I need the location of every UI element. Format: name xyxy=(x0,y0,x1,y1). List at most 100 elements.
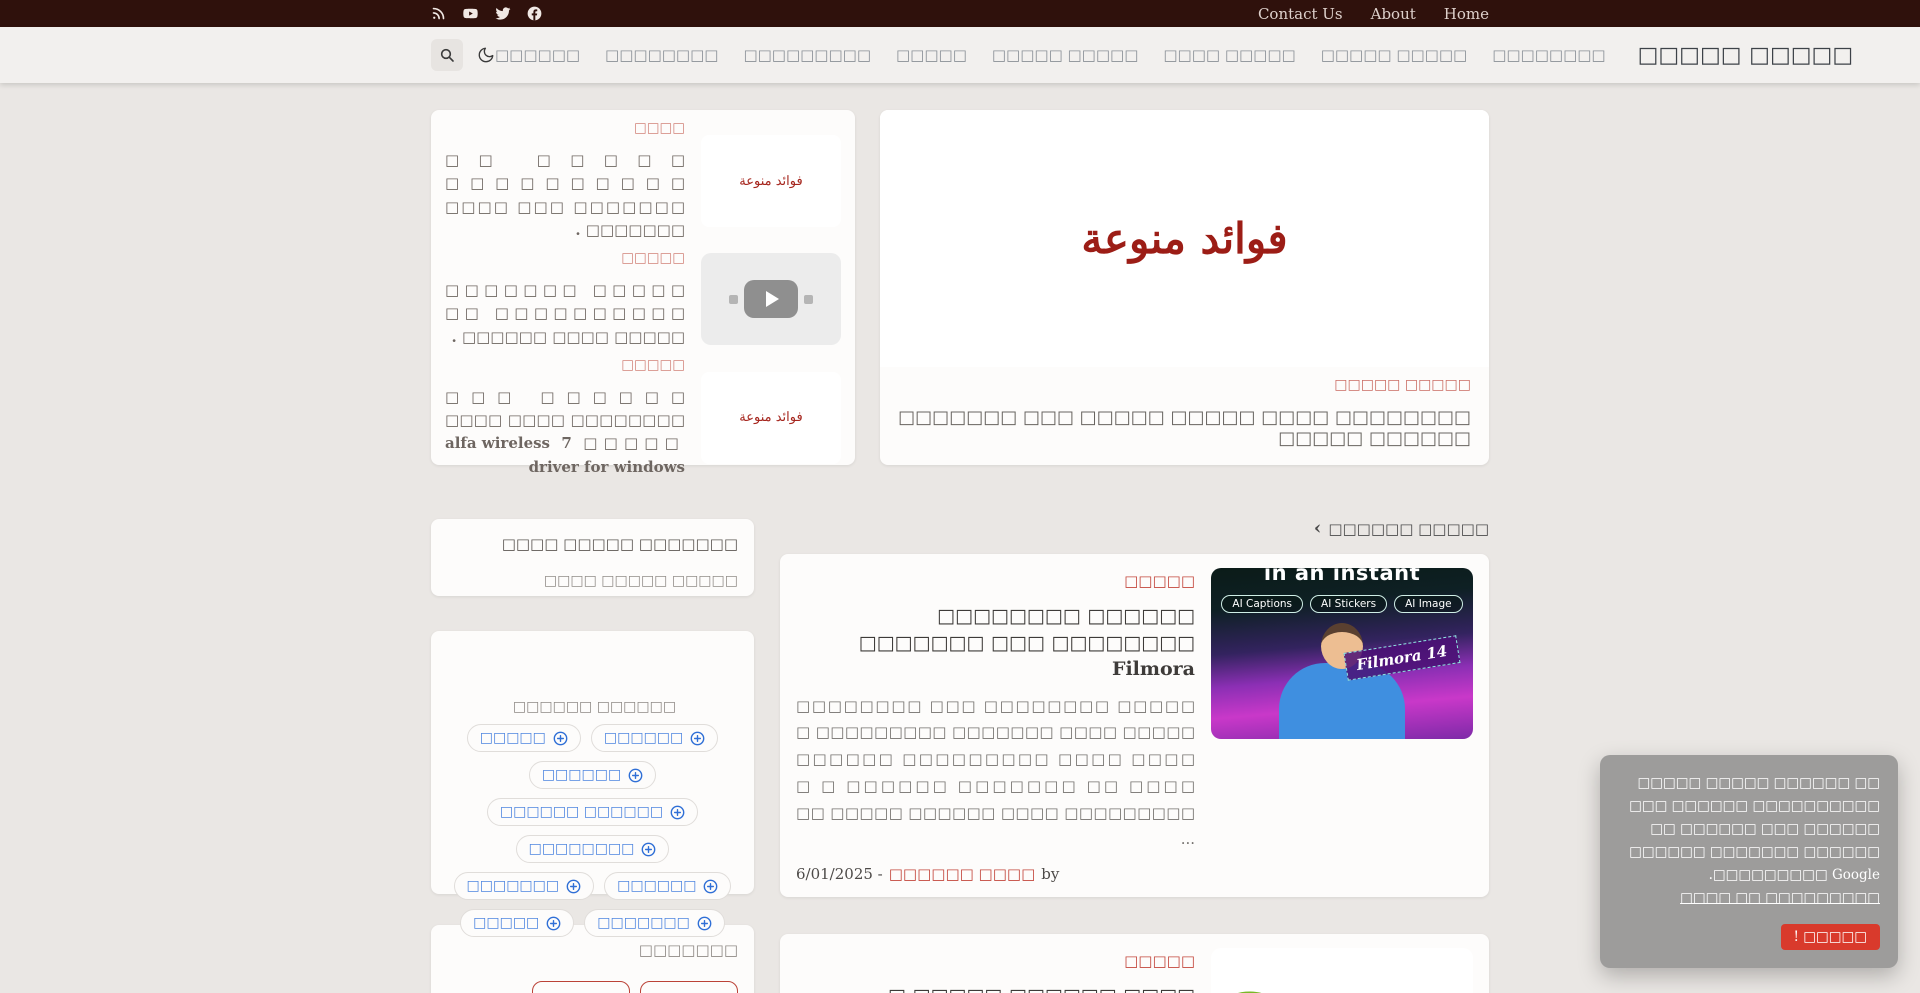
plus-circle-icon xyxy=(641,842,656,857)
post-title[interactable]: □□□□□ □□□□□□□ □□□□□□□□□□ □□ □□□□□ □□□□ □… xyxy=(445,279,685,349)
thumbnail-arabic-text: فوائد منوعة xyxy=(739,174,802,189)
featured-image-arabic-text: فوائد منوعة xyxy=(1081,214,1287,263)
post-title[interactable]: □□□□□ □□ □□□□□□□□□□ □□□□□□□ □□□ □□□□ □□□… xyxy=(445,149,685,242)
post-thumbnail[interactable]: فوائد منوعة xyxy=(701,372,841,464)
tag-pill[interactable]: □□□□□□□□ xyxy=(516,835,670,863)
twitter-icon[interactable] xyxy=(495,6,511,21)
page-content: □□□□ □□□□□ □□ □□□□□□□□□□ □□□□□□□ □□□ □□□… xyxy=(431,110,1489,993)
featured-category[interactable]: □□□□□ □□□□□ xyxy=(898,377,1471,393)
widget-title: □□□□□□□ xyxy=(447,941,738,959)
post-category[interactable]: □□□□□ xyxy=(796,952,1195,970)
plus-circle-icon xyxy=(670,805,685,820)
camtasia-logo-text: Camtasia xyxy=(1211,972,1473,993)
post-title[interactable]: □□□□□□ □□□ □□□□□□□□ □□□□ □□□□ □□□□□ 7 al… xyxy=(445,386,685,479)
post-category[interactable]: □□□□□ xyxy=(445,250,685,266)
post-excerpt: □□□□□ □□□□□□□□ □□□ □□□□□□□□ □□□□□ □□□□ □… xyxy=(796,693,1195,853)
tag-pill[interactable]: □□□□□ xyxy=(467,724,581,752)
side-post-1[interactable]: □□□□ □□□□□ □□ □□□□□□□□□□ □□□□□□□ □□□ □□□… xyxy=(439,116,847,246)
youtube-icon[interactable] xyxy=(462,6,479,21)
plus-circle-icon xyxy=(697,916,712,931)
featured-title[interactable]: □□□□□□□□ □□□□ □□□□□ □□□□□ □□□ □□□□□□□ □□… xyxy=(898,407,1471,449)
top-bar: Contact Us About Home xyxy=(0,0,1920,27)
menu-item-4[interactable]: □□□□□ xyxy=(896,46,967,64)
tag-pill[interactable]: □□□□□□ □□□□□□ xyxy=(487,798,698,826)
chevron-left-icon: ‹ xyxy=(1314,519,1322,538)
post-title[interactable]: □□□□□□ □□□□□□□□ □□□□□□□□ □□□ □□□□□□□ Fil… xyxy=(796,603,1195,683)
menu-item-1[interactable]: □□□□□□ xyxy=(495,46,580,64)
sidebar: □□□□□□□ □□□□□ □□□□ □□□□□ □□□□□ □□□□ □□□□… xyxy=(431,519,754,993)
thumbnail-headline: in an instant xyxy=(1211,568,1473,585)
widget-link[interactable]: □□□□□ □□□□□ □□□□ xyxy=(447,573,738,589)
thumbnail-chip: AI Stickers xyxy=(1310,595,1387,613)
search-icon xyxy=(439,47,455,63)
lower-section: □□□□□□□ □□□□□ □□□□ □□□□□ □□□□□ □□□□ □□□□… xyxy=(431,519,1489,993)
post-category[interactable]: □□□□□ xyxy=(796,572,1195,590)
menu-item-6[interactable]: □□□□ □□□□□ xyxy=(1163,46,1295,64)
posts-feed: ‹ □□□□□□ □□□□□ □□□□□ □□□□□□ □□□□□□□□ □□□… xyxy=(780,519,1489,993)
label-pill[interactable]: □□□□□ xyxy=(532,981,630,993)
plus-circle-icon xyxy=(546,916,561,931)
hero-section: □□□□ □□□□□ □□ □□□□□□□□□□ □□□□□□□ □□□ □□□… xyxy=(431,110,1489,465)
plus-circle-icon xyxy=(690,731,705,746)
moon-icon xyxy=(477,46,495,64)
top-link-contact[interactable]: Contact Us xyxy=(1258,5,1343,23)
contact-widget: □□□□□□□ □□□□□ □□□□ □□□□□ □□□□□ □□□□ xyxy=(431,519,754,596)
menu-item-7[interactable]: □□□□□ □□□□□ xyxy=(1321,46,1468,64)
menu-item-3[interactable]: □□□□□□□□□ xyxy=(743,46,871,64)
cookie-learn-more-link[interactable]: □□□□□□□□□ □□ □□□□ xyxy=(1680,890,1880,906)
thumbnail-arabic-text: فوائد منوعة xyxy=(739,410,802,425)
tag-pill[interactable]: □□□□□ xyxy=(460,909,574,937)
play-icon xyxy=(744,280,798,318)
plus-circle-icon xyxy=(703,879,718,894)
recent-posts-card: □□□□ □□□□□ □□ □□□□□□□□□□ □□□□□□□ □□□ □□□… xyxy=(431,110,855,465)
post-thumbnail[interactable]: فوائد منوعة xyxy=(701,135,841,227)
post-video-thumbnail[interactable] xyxy=(701,253,841,345)
rss-icon[interactable] xyxy=(431,6,446,21)
menu-item-8[interactable]: □□□□□□□□ xyxy=(1492,46,1605,64)
label-pill[interactable]: □□□□□ xyxy=(640,981,738,993)
post-thumbnail-camtasia[interactable]: Camtasia xyxy=(1211,948,1473,993)
plus-circle-icon xyxy=(628,768,643,783)
side-post-2[interactable]: □□□□□ □□□□□ □□□□□□□ □□□□□□□□□□ □□ □□□□□ … xyxy=(439,246,847,353)
menu-item-5[interactable]: □□□□□ □□□□□ xyxy=(992,46,1139,64)
post-date: 6/01/2025 - xyxy=(796,865,883,883)
thumbnail-chip: AI Image xyxy=(1394,595,1463,613)
tags-widget-label: □□□□□□ □□□□□□ xyxy=(513,699,676,715)
top-link-home[interactable]: Home xyxy=(1444,5,1489,23)
tag-pill[interactable]: □□□□□□ xyxy=(529,761,656,789)
widget-title: □□□□□□□ □□□□□ □□□□ xyxy=(447,535,738,553)
featured-image[interactable]: فوائد منوعة xyxy=(880,110,1489,367)
feed-post-2: □□□□□ □□□□ □□□□□□ □□□□□ □ □□□□□ □□□□□□□ … xyxy=(780,934,1489,993)
byline-label: by xyxy=(1041,865,1059,883)
dark-mode-toggle[interactable] xyxy=(477,46,495,64)
cookie-consent-popup: □□ □□□□□□ □□□□□ □□□□□ □□□□□□□□□□ □□□□□□ … xyxy=(1600,755,1898,968)
main-menu: □□□□□□ □□□□□□□□ □□□□□□□□□ □□□□□ □□□□□ □□… xyxy=(495,46,1606,64)
top-links: Contact Us About Home xyxy=(1258,5,1489,23)
cookie-accept-button[interactable]: □□□□□ ! xyxy=(1781,924,1881,950)
side-post-3[interactable]: □□□□□ □□□□□□ □□□ □□□□□□□□ □□□□ □□□□ □□□□… xyxy=(439,353,847,483)
facebook-icon[interactable] xyxy=(527,6,542,21)
tag-pill[interactable]: □□□□□□ xyxy=(591,724,718,752)
plus-circle-icon xyxy=(553,731,568,746)
latest-posts-link[interactable]: ‹ □□□□□□ □□□□□ xyxy=(780,519,1489,538)
top-link-about[interactable]: About xyxy=(1371,5,1416,23)
thumbnail-chip: AI Captions xyxy=(1221,595,1303,613)
tag-pill[interactable]: □□□□□□□ xyxy=(584,909,725,937)
search-button[interactable] xyxy=(431,39,463,71)
cookie-message: □□ □□□□□□ □□□□□ □□□□□ □□□□□□□□□□ □□□□□□ … xyxy=(1618,772,1880,910)
post-author[interactable]: □□□□□□ □□□□ xyxy=(889,865,1036,883)
menu-item-2[interactable]: □□□□□□□□ xyxy=(605,46,718,64)
site-title[interactable]: □□□□□ □□□□□ xyxy=(1638,42,1854,68)
tags-widget: □□□□□□ □□□□□□ □□□□□□ □□□□□ □□□□□□ □□□□□□… xyxy=(431,631,754,894)
post-category[interactable]: □□□□ xyxy=(445,120,685,136)
post-meta: 6/01/2025 - □□□□□□ □□□□ by xyxy=(796,853,1195,883)
social-links xyxy=(431,6,542,21)
tag-pill[interactable]: □□□□□□□ xyxy=(454,872,595,900)
post-title[interactable]: □□□□ □□□□□□ □□□□□ □ □□□□□ □□□□□□□ Camtas… xyxy=(796,983,1195,993)
post-category[interactable]: □□□□□ xyxy=(445,357,685,373)
post-thumbnail-filmora[interactable]: in an instant AI Captions AI Stickers AI… xyxy=(1211,568,1473,739)
plus-circle-icon xyxy=(566,879,581,894)
featured-post-card[interactable]: فوائد منوعة □□□□□ □□□□□ □□□□□□□□ □□□□ □□… xyxy=(880,110,1489,465)
feed-post-1: □□□□□ □□□□□□ □□□□□□□□ □□□□□□□□ □□□ □□□□□… xyxy=(780,554,1489,897)
tag-pill[interactable]: □□□□□□ xyxy=(604,872,731,900)
